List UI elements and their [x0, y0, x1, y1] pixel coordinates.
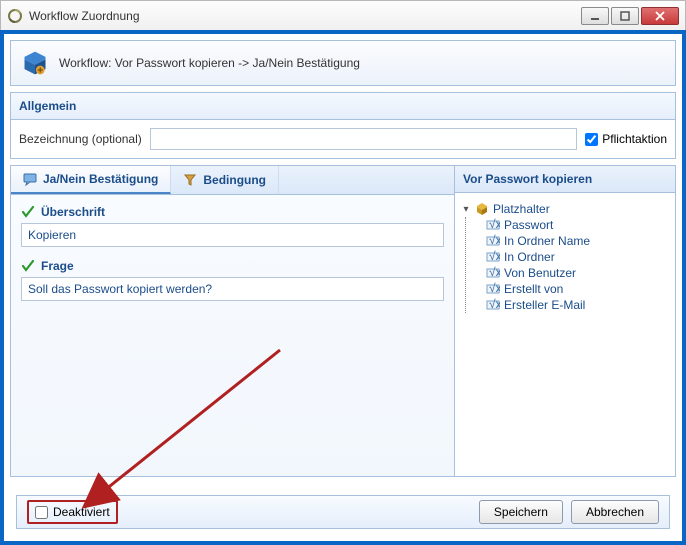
tree-item[interactable]: √x Ersteller E-Mail: [486, 297, 669, 313]
footer-bar: Deaktiviert Speichern Abbrechen: [16, 495, 670, 529]
window-title: Workflow Zuordnung: [29, 9, 581, 23]
tree-children: √x Passwort √x In Ordner Name √x In Ordner …: [465, 217, 669, 313]
cube-small-icon: [475, 202, 489, 216]
tree-item[interactable]: √x Erstellt von: [486, 281, 669, 297]
tree-root[interactable]: ▾ Platzhalter: [461, 201, 669, 217]
var-icon: √x: [486, 266, 500, 280]
deaktiviert-highlight: Deaktiviert: [27, 500, 118, 524]
app-icon: [7, 8, 23, 24]
cube-icon: [21, 49, 49, 77]
window-maximize-button[interactable]: [611, 7, 639, 25]
tree-item-label: Passwort: [504, 218, 553, 232]
tree-item[interactable]: √x Passwort: [486, 217, 669, 233]
tree-item-label: In Ordner: [504, 250, 555, 264]
window-frame: Workflow: Vor Passwort kopieren -> Ja/Ne…: [0, 30, 686, 545]
tab-janein-label: Ja/Nein Bestätigung: [43, 172, 158, 186]
pflichtaktion-checkbox[interactable]: [585, 133, 598, 146]
allgemein-section: Allgemein Bezeichnung (optional) Pflicht…: [10, 92, 676, 159]
right-pane-heading: Vor Passwort kopieren: [455, 166, 675, 193]
abbrechen-button[interactable]: Abbrechen: [571, 500, 659, 524]
tree-root-label: Platzhalter: [493, 202, 550, 216]
deaktiviert-label: Deaktiviert: [53, 505, 110, 519]
workflow-header-text: Workflow: Vor Passwort kopieren -> Ja/Ne…: [59, 56, 360, 70]
var-icon: √x: [486, 282, 500, 296]
check-icon: [21, 259, 35, 273]
bezeichnung-input[interactable]: [150, 128, 578, 150]
var-icon: √x: [486, 218, 500, 232]
svg-text:√x: √x: [489, 282, 500, 295]
svg-text:√x: √x: [489, 218, 500, 231]
tree-item-label: Ersteller E-Mail: [504, 298, 585, 312]
frage-input[interactable]: [21, 277, 444, 301]
window-minimize-button[interactable]: [581, 7, 609, 25]
bezeichnung-label: Bezeichnung (optional): [19, 132, 142, 146]
ueberschrift-label: Überschrift: [41, 205, 105, 219]
var-icon: √x: [486, 250, 500, 264]
tree-item[interactable]: √x Von Benutzer: [486, 265, 669, 281]
tree-item[interactable]: √x In Ordner: [486, 249, 669, 265]
check-icon: [21, 205, 35, 219]
left-pane: Ja/Nein Bestätigung Bedingung Überschrif…: [11, 166, 455, 476]
svg-text:√x: √x: [489, 234, 500, 247]
tab-bedingung-label: Bedingung: [203, 173, 266, 187]
frage-label: Frage: [41, 259, 74, 273]
ueberschrift-input[interactable]: [21, 223, 444, 247]
tree-item-label: In Ordner Name: [504, 234, 590, 248]
tree-item[interactable]: √x In Ordner Name: [486, 233, 669, 249]
var-icon: √x: [486, 234, 500, 248]
allgemein-heading: Allgemein: [11, 93, 675, 120]
tree-item-label: Von Benutzer: [504, 266, 576, 280]
window-titlebar: Workflow Zuordnung: [0, 0, 686, 30]
window-close-button[interactable]: [641, 7, 679, 25]
svg-text:√x: √x: [489, 250, 500, 263]
comment-icon: [23, 172, 37, 186]
workflow-header-panel: Workflow: Vor Passwort kopieren -> Ja/Ne…: [10, 40, 676, 86]
speichern-button[interactable]: Speichern: [479, 500, 563, 524]
pflichtaktion-label: Pflichtaktion: [602, 132, 667, 146]
tab-janein[interactable]: Ja/Nein Bestätigung: [11, 166, 171, 194]
collapse-icon[interactable]: ▾: [461, 204, 471, 215]
deaktiviert-checkbox[interactable]: [35, 506, 48, 519]
var-icon: √x: [486, 298, 500, 312]
right-pane: Vor Passwort kopieren ▾ Platzhalter √x Pa…: [455, 166, 675, 476]
tree-item-label: Erstellt von: [504, 282, 563, 296]
main-split: Ja/Nein Bestätigung Bedingung Überschrif…: [10, 165, 676, 477]
tab-strip: Ja/Nein Bestätigung Bedingung: [11, 166, 454, 195]
svg-text:√x: √x: [489, 298, 500, 311]
placeholder-tree: ▾ Platzhalter √x Passwort √x In Ordner Nam…: [455, 193, 675, 476]
svg-text:√x: √x: [489, 266, 500, 279]
form-area: Überschrift Frage: [11, 195, 454, 476]
filter-icon: [183, 173, 197, 187]
tab-bedingung[interactable]: Bedingung: [171, 166, 279, 194]
